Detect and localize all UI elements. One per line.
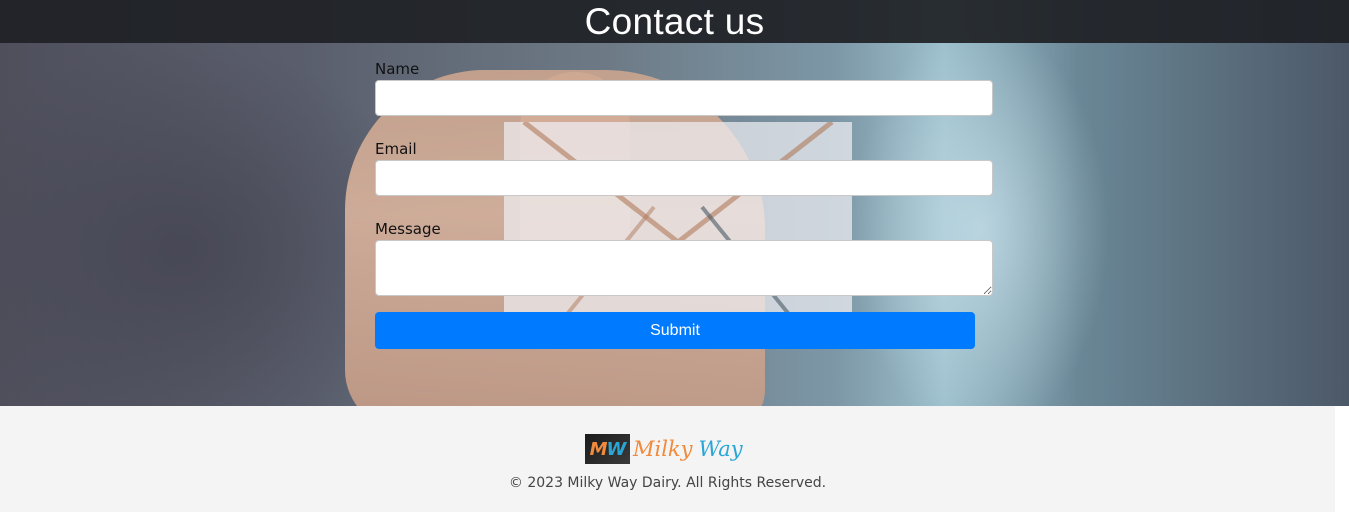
logo-badge-w: W xyxy=(606,438,627,460)
message-label: Message xyxy=(375,220,441,238)
footer: M W Milky Way © 2023 Milky Way Dairy. Al… xyxy=(0,406,1335,512)
copyright-text: © 2023 Milky Way Dairy. All Rights Reser… xyxy=(508,475,827,491)
message-field[interactable] xyxy=(375,240,993,296)
contact-form: Name Email Message Submit xyxy=(375,58,993,349)
contact-hero: Contact us Name Email Message Submit xyxy=(0,0,1349,406)
email-field[interactable] xyxy=(375,160,993,196)
page-header: Contact us xyxy=(0,0,1349,43)
logo-word-way: Way xyxy=(698,437,743,461)
submit-button[interactable]: Submit xyxy=(375,312,975,349)
name-field[interactable] xyxy=(375,80,993,116)
logo-badge: M W xyxy=(585,434,630,464)
logo-badge-m: M xyxy=(589,438,608,460)
name-label: Name xyxy=(375,60,420,78)
logo-word-milky: Milky xyxy=(633,437,693,461)
milky-way-logo[interactable]: M W Milky Way xyxy=(585,433,743,465)
email-label: Email xyxy=(375,140,417,158)
page-title: Contact us xyxy=(584,0,765,42)
